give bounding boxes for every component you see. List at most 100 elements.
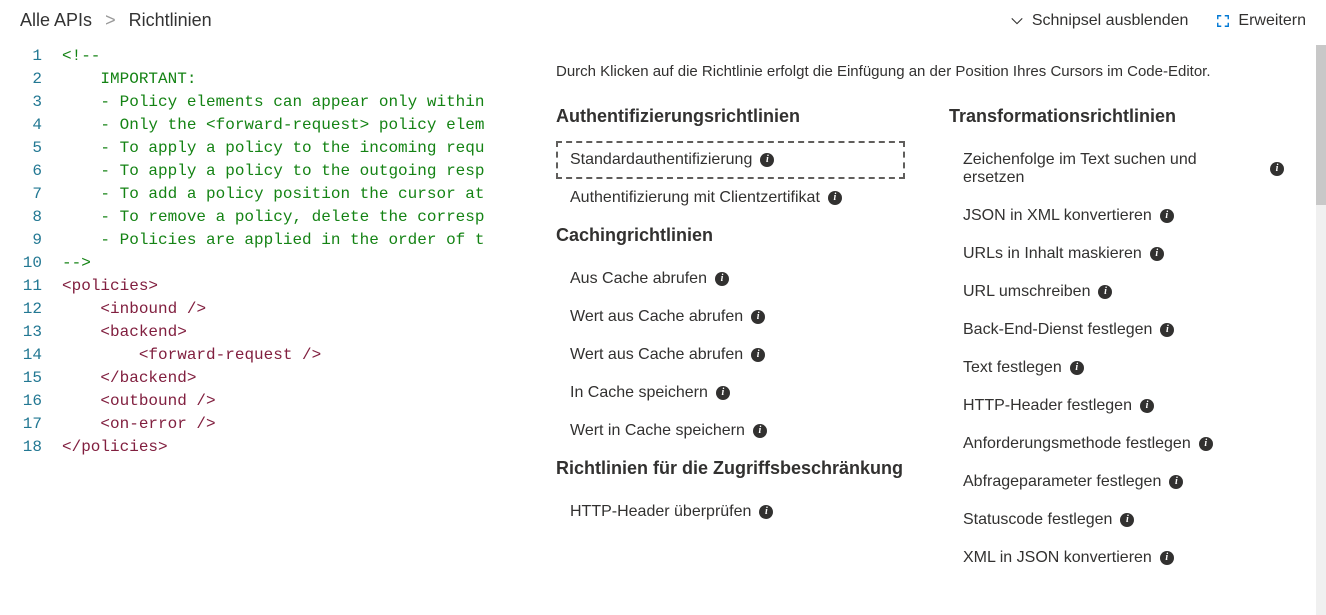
policy-item[interactable]: Anforderungsmethode festlegen i	[949, 425, 1298, 463]
info-icon[interactable]: i	[1098, 285, 1112, 299]
info-icon[interactable]: i	[751, 348, 765, 362]
policy-item-label: Anforderungsmethode festlegen	[963, 435, 1191, 453]
code-line[interactable]: <forward-request />	[62, 344, 532, 367]
breadcrumb-root[interactable]: Alle APIs	[20, 10, 92, 30]
header-actions: Schnipsel ausblenden Erweitern	[1010, 12, 1306, 30]
line-number: 2	[0, 68, 42, 91]
snippets-panel: Durch Klicken auf die Richtlinie erfolgt…	[532, 45, 1326, 615]
policy-item[interactable]: Aus Cache abrufeni	[556, 260, 905, 298]
policy-item[interactable]: XML in JSON konvertieren i	[949, 539, 1298, 577]
info-icon[interactable]: i	[715, 272, 729, 286]
policy-item-label: Statuscode festlegen	[963, 511, 1112, 529]
code-line[interactable]: <!--	[62, 45, 532, 68]
code-editor[interactable]: 123456789101112131415161718 <!-- IMPORTA…	[0, 45, 532, 615]
breadcrumb: Alle APIs > Richtlinien	[20, 10, 212, 31]
code-line[interactable]: - To remove a policy, delete the corresp	[62, 206, 532, 229]
policy-item-label: Authentifizierung mit Clientzertifikat	[570, 189, 820, 207]
info-icon[interactable]: i	[1120, 513, 1134, 527]
policy-item[interactable]: In Cache speicherni	[556, 374, 905, 412]
code-line[interactable]: <outbound />	[62, 390, 532, 413]
policy-item-label: URLs in Inhalt maskieren	[963, 245, 1142, 263]
policy-item[interactable]: Wert in Cache speichern i	[556, 412, 905, 450]
code-area[interactable]: <!-- IMPORTANT: - Policy elements can ap…	[62, 45, 532, 615]
line-number: 8	[0, 206, 42, 229]
policy-item-label: Wert aus Cache abrufen	[570, 308, 743, 326]
policy-item[interactable]: Wert aus Cache abrufen i	[556, 298, 905, 336]
breadcrumb-current: Richtlinien	[129, 10, 212, 30]
expand-button[interactable]: Erweitern	[1216, 12, 1306, 30]
policy-item[interactable]: Authentifizierung mit Clientzertifikat i	[556, 179, 905, 217]
code-line[interactable]: IMPORTANT:	[62, 68, 532, 91]
policy-item-label: URL umschreiben	[963, 283, 1090, 301]
policy-item-label: Zeichenfolge im Text suchen und ersetzen	[963, 151, 1262, 187]
scrollbar-thumb[interactable]	[1316, 45, 1326, 205]
code-line[interactable]: - To add a policy position the cursor at	[62, 183, 532, 206]
code-line[interactable]: <on-error />	[62, 413, 532, 436]
policy-item[interactable]: Statuscode festlegen i	[949, 501, 1298, 539]
line-number: 15	[0, 367, 42, 390]
info-icon[interactable]: i	[1070, 361, 1084, 375]
code-line[interactable]: - Policies are applied in the order of t	[62, 229, 532, 252]
info-icon[interactable]: i	[1150, 247, 1164, 261]
policy-columns: AuthentifizierungsrichtlinienStandardaut…	[556, 106, 1298, 577]
policy-item-label: XML in JSON konvertieren	[963, 549, 1152, 567]
policy-item[interactable]: Standardauthentifizierung i	[556, 141, 905, 179]
code-line[interactable]: <policies>	[62, 275, 532, 298]
policy-item-label: Abfrageparameter festlegen	[963, 473, 1161, 491]
policy-item[interactable]: Zeichenfolge im Text suchen und ersetzen…	[949, 141, 1298, 197]
code-line[interactable]: - Only the <forward-request> policy elem	[62, 114, 532, 137]
info-icon[interactable]: i	[760, 153, 774, 167]
policy-item[interactable]: HTTP-Header überprüfeni	[556, 493, 905, 531]
info-icon[interactable]: i	[751, 310, 765, 324]
info-icon[interactable]: i	[716, 386, 730, 400]
policy-item-label: Wert aus Cache abrufen	[570, 346, 743, 364]
info-icon[interactable]: i	[828, 191, 842, 205]
code-line[interactable]: <inbound />	[62, 298, 532, 321]
info-icon[interactable]: i	[1160, 209, 1174, 223]
line-number: 4	[0, 114, 42, 137]
policy-item-label: Standardauthentifizierung	[570, 151, 752, 169]
line-number: 18	[0, 436, 42, 459]
line-number: 6	[0, 160, 42, 183]
info-icon[interactable]: i	[759, 505, 773, 519]
line-number: 12	[0, 298, 42, 321]
info-icon[interactable]: i	[1270, 162, 1284, 176]
line-number: 5	[0, 137, 42, 160]
code-line[interactable]: - To apply a policy to the incoming requ	[62, 137, 532, 160]
info-icon[interactable]: i	[1160, 551, 1174, 565]
info-icon[interactable]: i	[1169, 475, 1183, 489]
expand-icon	[1216, 14, 1230, 28]
policy-item[interactable]: Wert aus Cache abrufen i	[556, 336, 905, 374]
line-number: 16	[0, 390, 42, 413]
policy-item[interactable]: Text festlegen i	[949, 349, 1298, 387]
info-icon[interactable]: i	[753, 424, 767, 438]
policy-column-right: TransformationsrichtlinienZeichenfolge i…	[949, 106, 1298, 577]
code-line[interactable]: <backend>	[62, 321, 532, 344]
line-number: 1	[0, 45, 42, 68]
hide-snippets-button[interactable]: Schnipsel ausblenden	[1010, 12, 1189, 30]
line-gutter: 123456789101112131415161718	[0, 45, 62, 615]
hide-snippets-label: Schnipsel ausblenden	[1032, 12, 1189, 30]
breadcrumb-separator: >	[105, 10, 116, 30]
line-number: 10	[0, 252, 42, 275]
policy-item[interactable]: HTTP-Header festlegeni	[949, 387, 1298, 425]
code-line[interactable]: - Policy elements can appear only within	[62, 91, 532, 114]
code-line[interactable]: - To apply a policy to the outgoing resp	[62, 160, 532, 183]
policy-item[interactable]: JSON in XML konvertiereni	[949, 197, 1298, 235]
policy-item-label: Wert in Cache speichern	[570, 422, 745, 440]
info-icon[interactable]: i	[1140, 399, 1154, 413]
policy-item-label: Text festlegen	[963, 359, 1062, 377]
code-line[interactable]: </policies>	[62, 436, 532, 459]
code-line[interactable]: </backend>	[62, 367, 532, 390]
policy-item[interactable]: Abfrageparameter festlegen i	[949, 463, 1298, 501]
code-line[interactable]: -->	[62, 252, 532, 275]
scrollbar[interactable]	[1316, 45, 1326, 615]
policy-item[interactable]: URLs in Inhalt maskieren i	[949, 235, 1298, 273]
policy-item[interactable]: Back-End-Dienst festlegeni	[949, 311, 1298, 349]
line-number: 14	[0, 344, 42, 367]
info-icon[interactable]: i	[1199, 437, 1213, 451]
info-icon[interactable]: i	[1160, 323, 1174, 337]
policy-group-title: Cachingrichtlinien	[556, 225, 905, 246]
policy-item[interactable]: URL umschreiben i	[949, 273, 1298, 311]
panel-intro: Durch Klicken auf die Richtlinie erfolgt…	[556, 63, 1298, 80]
